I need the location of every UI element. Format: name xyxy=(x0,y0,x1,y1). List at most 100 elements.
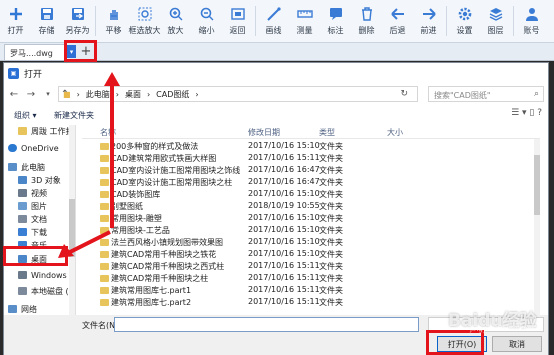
layers-button[interactable]: 图层 xyxy=(480,0,511,43)
navigation-pane: 周跋 工作报 OneDrive 此电脑 3D 对象 视频 图片 文档 下载 音乐… xyxy=(4,125,76,315)
sidebar-scrollbar[interactable] xyxy=(69,125,75,315)
file-row[interactable]: CAD室内设计施工图常用图块之柱 2017/10/16 16:47 文件夹 xyxy=(82,177,534,188)
breadcrumb-item[interactable]: CAD图纸 xyxy=(156,89,189,100)
zoom-out-button[interactable]: 缩小 xyxy=(191,0,222,43)
measure-button[interactable]: 测量 xyxy=(289,0,320,43)
sidebar-item[interactable]: 本地磁盘 (D xyxy=(18,285,75,297)
sidebar-item[interactable]: 视频 xyxy=(18,187,47,199)
file-date: 2017/10/16 15:10 xyxy=(248,225,320,234)
folder-icon xyxy=(18,127,27,135)
computer-icon xyxy=(8,163,17,171)
file-list-scrollbar[interactable] xyxy=(534,139,540,315)
scrollbar-thumb[interactable] xyxy=(534,155,540,215)
file-type: 文件夹 xyxy=(319,154,343,163)
redo-icon xyxy=(420,5,438,23)
settings-button[interactable]: 设置 xyxy=(449,0,480,43)
column-header-size[interactable]: 大小 xyxy=(387,127,403,138)
sidebar-item[interactable]: 3D 对象 xyxy=(18,174,61,186)
column-header-date[interactable]: 修改日期 xyxy=(248,127,280,138)
file-date: 2017/10/16 15:11 xyxy=(248,297,320,306)
image-icon xyxy=(18,202,27,210)
document-tab[interactable]: 罗马....dwg xyxy=(4,44,66,60)
back-arrow-icon[interactable]: ← xyxy=(7,87,21,101)
file-row[interactable]: CAD建筑常用欧式铁画大样图 2017/10/16 15:11 文件夹 xyxy=(82,153,534,164)
file-date: 2017/10/16 16:47 xyxy=(248,165,320,174)
zoom-in-button[interactable]: 放大 xyxy=(160,0,191,43)
toolbar-divider xyxy=(446,6,447,36)
file-name: 建筑CAD常用千种图块之柱 xyxy=(111,274,209,283)
save-icon xyxy=(38,5,56,23)
file-row[interactable]: 常用图块-工艺品 2017/10/16 15:10 文件夹 xyxy=(82,225,534,236)
file-row[interactable]: 别墅图纸 2018/10/19 10:55 文件夹 xyxy=(82,201,534,212)
pan-button[interactable]: 平移 xyxy=(98,0,129,43)
annotation-arrow-up xyxy=(104,72,120,228)
file-date: 2018/10/19 10:55 xyxy=(248,201,320,210)
sidebar-item-label: 文档 xyxy=(31,214,47,224)
watermark-url: jingyan.baidu.com xyxy=(470,325,535,333)
command-bar: 组织 ▾ 新建文件夹 ☰ ▾ ▯ ? xyxy=(4,105,548,125)
cancel-button[interactable]: 取消 xyxy=(492,336,542,352)
new-folder-button[interactable]: 新建文件夹 xyxy=(54,110,94,121)
file-date: 2017/10/16 15:11 xyxy=(248,273,320,282)
save-button[interactable]: 存储 xyxy=(31,0,62,43)
sidebar-item[interactable]: 下载 xyxy=(18,226,47,238)
filename-input[interactable] xyxy=(114,317,419,332)
file-row[interactable]: 200多种窗的样式及做法 2017/10/16 15:10 文件夹 xyxy=(82,141,534,152)
file-row[interactable]: 建筑CAD常用千种图块之柱 2017/10/16 15:11 文件夹 xyxy=(82,273,534,284)
file-row[interactable]: 建筑CAD常用千种图块之西式柱 2017/10/16 15:11 文件夹 xyxy=(82,261,534,272)
toolbar-label: 后退 xyxy=(389,26,406,35)
refresh-icon[interactable]: ↻ xyxy=(400,89,408,99)
organize-menu[interactable]: 组织 ▾ xyxy=(14,110,37,121)
annotate-button[interactable]: 标注 xyxy=(320,0,351,43)
cloud-icon xyxy=(8,144,17,152)
folder-icon: ■ xyxy=(63,89,71,99)
save-as-button[interactable]: 另存为 xyxy=(62,0,93,43)
column-header-type[interactable]: 类型 xyxy=(319,127,335,138)
sidebar-item[interactable]: Windows (C xyxy=(18,269,75,281)
file-row[interactable]: CAD装饰图库 2017/10/16 15:10 文件夹 xyxy=(82,189,534,200)
account-button[interactable]: 账号 xyxy=(516,0,547,43)
file-list: 名称 修改日期 类型 大小 200多种窗的样式及做法 2017/10/16 15:… xyxy=(82,125,540,315)
delete-button[interactable]: 删除 xyxy=(351,0,382,43)
restore-button[interactable]: 返回 xyxy=(222,0,253,43)
download-icon xyxy=(18,228,27,236)
sidebar-item[interactable]: OneDrive xyxy=(8,142,59,154)
breadcrumb-separator: › xyxy=(195,89,199,99)
file-name: CAD室内设计施工图常用图块之柱 xyxy=(111,178,233,187)
file-row[interactable]: 常用图块-雕塑 2017/10/16 15:10 文件夹 xyxy=(82,213,534,224)
app-icon: ▣ xyxy=(8,67,19,79)
zoom-window-button[interactable]: 框选放大 xyxy=(129,0,161,43)
toolbar-label: 图层 xyxy=(487,26,504,35)
forward-arrow-icon[interactable]: → xyxy=(24,87,38,101)
zoom-window-icon xyxy=(136,5,154,23)
video-icon xyxy=(18,189,27,197)
sidebar-item[interactable]: 此电脑 xyxy=(8,161,45,173)
highlight-box-open xyxy=(426,330,484,355)
account-icon xyxy=(523,5,541,23)
file-name: 建筑常用图库七.part2 xyxy=(111,298,192,307)
search-placeholder: 搜索"CAD图纸" xyxy=(434,91,491,100)
main-toolbar: 打开 存储 另存为 平移 框选放大 放大 缩小 返回 画线 测量 标注 删除 后… xyxy=(0,0,554,43)
file-row[interactable]: 建筑CAD常用千种图块之铁花 2017/10/16 15:10 文件夹 xyxy=(82,249,534,260)
search-icon: ⌕ xyxy=(533,89,539,99)
sidebar-item[interactable]: 周跋 工作报 xyxy=(18,125,74,137)
draw-line-button[interactable]: 画线 xyxy=(258,0,289,43)
file-type: 文件夹 xyxy=(319,286,343,295)
file-row[interactable]: CAD室内设计施工图常用图块之饰线 2017/10/16 16:47 文件夹 xyxy=(82,165,534,176)
sidebar-item[interactable]: 网络 xyxy=(8,303,37,315)
undo-button[interactable]: 后退 xyxy=(382,0,413,43)
file-row[interactable]: 建筑常用图库七.part1 2017/10/16 15:11 文件夹 xyxy=(82,285,534,296)
zoom-out-icon xyxy=(198,5,216,23)
search-input[interactable]: 搜索"CAD图纸" ⌕ xyxy=(428,86,544,102)
file-date: 2017/10/16 16:47 xyxy=(248,177,320,186)
toolbar-label: 放大 xyxy=(167,26,184,35)
view-options-icon[interactable]: ☰ ▾ ▯ ? xyxy=(511,108,542,118)
open-button[interactable]: 打开 xyxy=(0,0,31,43)
file-row[interactable]: 法兰西风格小镇规划图带效果图 2017/10/16 15:10 文件夹 xyxy=(82,237,534,248)
sidebar-item-label: 下载 xyxy=(31,227,47,237)
redo-button[interactable]: 前进 xyxy=(413,0,444,43)
breadcrumb-item[interactable]: 桌面 xyxy=(125,89,141,100)
sidebar-item[interactable]: 图片 xyxy=(18,200,47,212)
chevron-down-icon[interactable]: ▾ xyxy=(41,87,55,101)
sidebar-item[interactable]: 文档 xyxy=(18,213,47,225)
